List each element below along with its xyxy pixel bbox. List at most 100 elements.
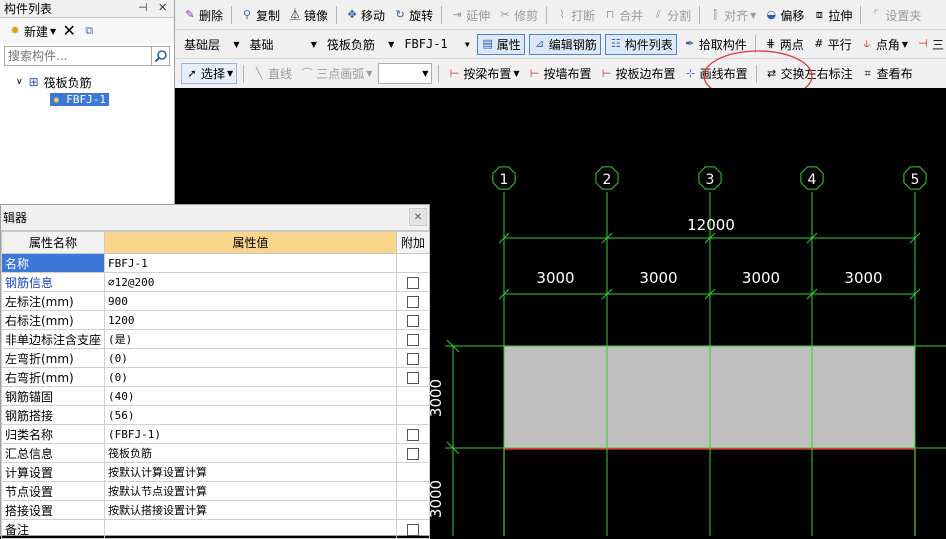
split-button[interactable]: ⫽ 分割: [649, 7, 693, 24]
property-extra: [396, 481, 430, 501]
by-wall-button[interactable]: ⊢ 按墙布置: [526, 65, 594, 82]
parallel-button[interactable]: # 平行: [810, 36, 854, 53]
merge-button[interactable]: ⊓ 合并: [601, 7, 645, 24]
extra-checkbox[interactable]: [407, 276, 419, 289]
property-value[interactable]: (0): [104, 367, 397, 387]
property-row[interactable]: 节点设置 按默认节点设置计算: [1, 481, 430, 501]
arc-icon: ⌒: [301, 66, 313, 80]
property-row[interactable]: 右标注(mm) 1200: [1, 310, 430, 330]
property-value[interactable]: (FBFJ-1): [104, 424, 397, 444]
separator: [231, 6, 233, 24]
extra-checkbox[interactable]: [407, 371, 419, 384]
extend-button[interactable]: ⇥ 延伸: [448, 7, 492, 24]
property-row[interactable]: 归类名称 (FBFJ-1): [1, 424, 430, 444]
search-input[interactable]: [4, 46, 152, 66]
offset-button[interactable]: ◒ 偏移: [762, 7, 806, 24]
property-extra: [396, 405, 430, 425]
separator: [441, 6, 443, 24]
delete-x-icon[interactable]: ✕: [62, 23, 76, 39]
by-slab-edge-button[interactable]: ⊢ 按板边布置: [598, 65, 678, 82]
extra-checkbox[interactable]: [407, 314, 419, 327]
separator: [438, 64, 440, 83]
by-beam-button[interactable]: ⊢ 按梁布置 ▼: [445, 65, 521, 82]
delete-button[interactable]: ✎ 删除: [181, 7, 225, 24]
select-button[interactable]: ➚ 选择 ▼: [181, 63, 238, 84]
property-row[interactable]: 右弯折(mm) (0): [1, 367, 430, 387]
property-value[interactable]: (是): [104, 329, 397, 349]
property-value[interactable]: 按默认搭接设置计算: [104, 500, 397, 520]
rotate-button[interactable]: ↻ 旋转: [391, 7, 435, 24]
extra-checkbox[interactable]: [407, 523, 419, 536]
tree-item-slab-negative-rebar[interactable]: ∨ ⊞ 筏板负筋: [16, 74, 92, 90]
property-row[interactable]: 钢筋搭接 (56): [1, 405, 430, 425]
break-button[interactable]: ⌇ 打断: [553, 7, 597, 24]
offset-label: 偏移: [780, 8, 805, 23]
align-button[interactable]: ⫿ 对齐 ▼: [706, 7, 758, 24]
extend-label: 延伸: [466, 8, 491, 23]
copy-icon[interactable]: ⧉: [82, 24, 96, 38]
type-select[interactable]: 筏板负筋 ▼: [324, 34, 397, 55]
property-value[interactable]: 筏板负筋: [104, 443, 397, 463]
property-name: 节点设置: [1, 481, 105, 501]
collapse-icon[interactable]: ∨: [16, 77, 23, 87]
grip-icon: ⌜: [873, 8, 879, 21]
property-value[interactable]: 900: [104, 291, 397, 311]
properties-button[interactable]: ▤ 属性: [476, 33, 525, 55]
extra-checkbox[interactable]: [407, 295, 419, 308]
property-value[interactable]: 按默认计算设置计算: [104, 462, 397, 482]
property-row[interactable]: 钢筋信息 ⌀12@200: [1, 272, 430, 292]
copy-button[interactable]: ⚲ 复制: [238, 7, 282, 24]
property-value[interactable]: (40): [104, 386, 397, 406]
component-list-button[interactable]: ☷ 构件列表: [604, 33, 677, 55]
extra-checkbox[interactable]: [407, 352, 419, 365]
property-value[interactable]: 1200: [104, 310, 397, 330]
extra-checkbox[interactable]: [407, 428, 419, 441]
floor-select-value: 基础层: [184, 37, 221, 52]
floor-select[interactable]: 基础层 ▼: [181, 34, 243, 55]
arc-button[interactable]: ⌒ 三点画弧 ▼: [298, 65, 374, 82]
property-row[interactable]: 钢筋锚固 (40): [1, 386, 430, 406]
search-icon[interactable]: [152, 46, 170, 66]
extra-checkbox[interactable]: [407, 333, 419, 346]
trim-button[interactable]: ✂ 修剪: [496, 7, 540, 24]
stretch-button[interactable]: ⧈ 拉伸: [810, 7, 854, 24]
component-select[interactable]: FBFJ-1 ▼: [401, 34, 472, 55]
beam-layout-icon: ⊢: [449, 66, 460, 80]
property-extra: [396, 424, 430, 444]
property-name: 名称: [1, 253, 105, 273]
axis-label: 1: [500, 172, 509, 188]
tree-item-fbfj-1[interactable]: ✹ FBFJ-1: [50, 91, 109, 107]
property-row[interactable]: 名称 FBFJ-1: [1, 253, 430, 273]
close-icon[interactable]: ✕: [409, 208, 427, 226]
line-button[interactable]: ╲ 直线: [250, 65, 294, 82]
property-value[interactable]: (56): [104, 405, 397, 425]
property-row[interactable]: 汇总信息 筏板负筋: [1, 443, 430, 463]
property-row[interactable]: 计算设置 按默认计算设置计算: [1, 462, 430, 482]
category-select[interactable]: 基础 ▼: [247, 34, 320, 55]
property-row[interactable]: 非单边标注含支座 (是): [1, 329, 430, 349]
property-row[interactable]: 左标注(mm) 900: [1, 291, 430, 311]
property-row[interactable]: 左弯折(mm) (0): [1, 348, 430, 368]
property-value[interactable]: 按默认节点设置计算: [104, 481, 397, 501]
new-button[interactable]: ✸ 新建 ▼: [8, 23, 56, 40]
view-layout-button[interactable]: ⌗ 查看布: [859, 65, 915, 82]
arc-mode-select[interactable]: ▼: [378, 63, 433, 84]
three-button[interactable]: ⊣ 三: [914, 36, 946, 53]
corner-button[interactable]: ⫝ 点角 ▼: [858, 36, 910, 53]
mirror-button[interactable]: ⏅ 镜像: [286, 7, 330, 24]
property-value[interactable]: FBFJ-1: [104, 253, 397, 273]
property-value[interactable]: (0): [104, 348, 397, 368]
line-icon: ╲: [255, 66, 263, 80]
draw-toolbar: ➚ 选择 ▼ ╲ 直线 ⌒ 三点画弧 ▼ ▼ ⊢ 按梁布置 ▼ ⊢ 按墙布置 ⊢ 按板边布置 ⊹ 画…: [175, 59, 946, 88]
pin-icon[interactable]: ⊣: [138, 1, 148, 14]
property-row[interactable]: 搭接设置 按默认搭接设置计算: [1, 500, 430, 520]
header-value: 属性值: [104, 231, 397, 254]
edit-rebar-button[interactable]: ⊿ 编辑钢筋: [528, 33, 601, 55]
set-grip-button[interactable]: ⌜ 设置夹: [867, 7, 923, 24]
move-button[interactable]: ✥ 移动: [343, 7, 387, 24]
extra-checkbox[interactable]: [407, 447, 419, 460]
close-icon[interactable]: ✕: [158, 1, 167, 14]
property-value[interactable]: ⌀12@200: [104, 272, 397, 292]
set-grip-label: 设置夹: [885, 8, 922, 23]
stretch-icon: ⧈: [815, 8, 823, 21]
